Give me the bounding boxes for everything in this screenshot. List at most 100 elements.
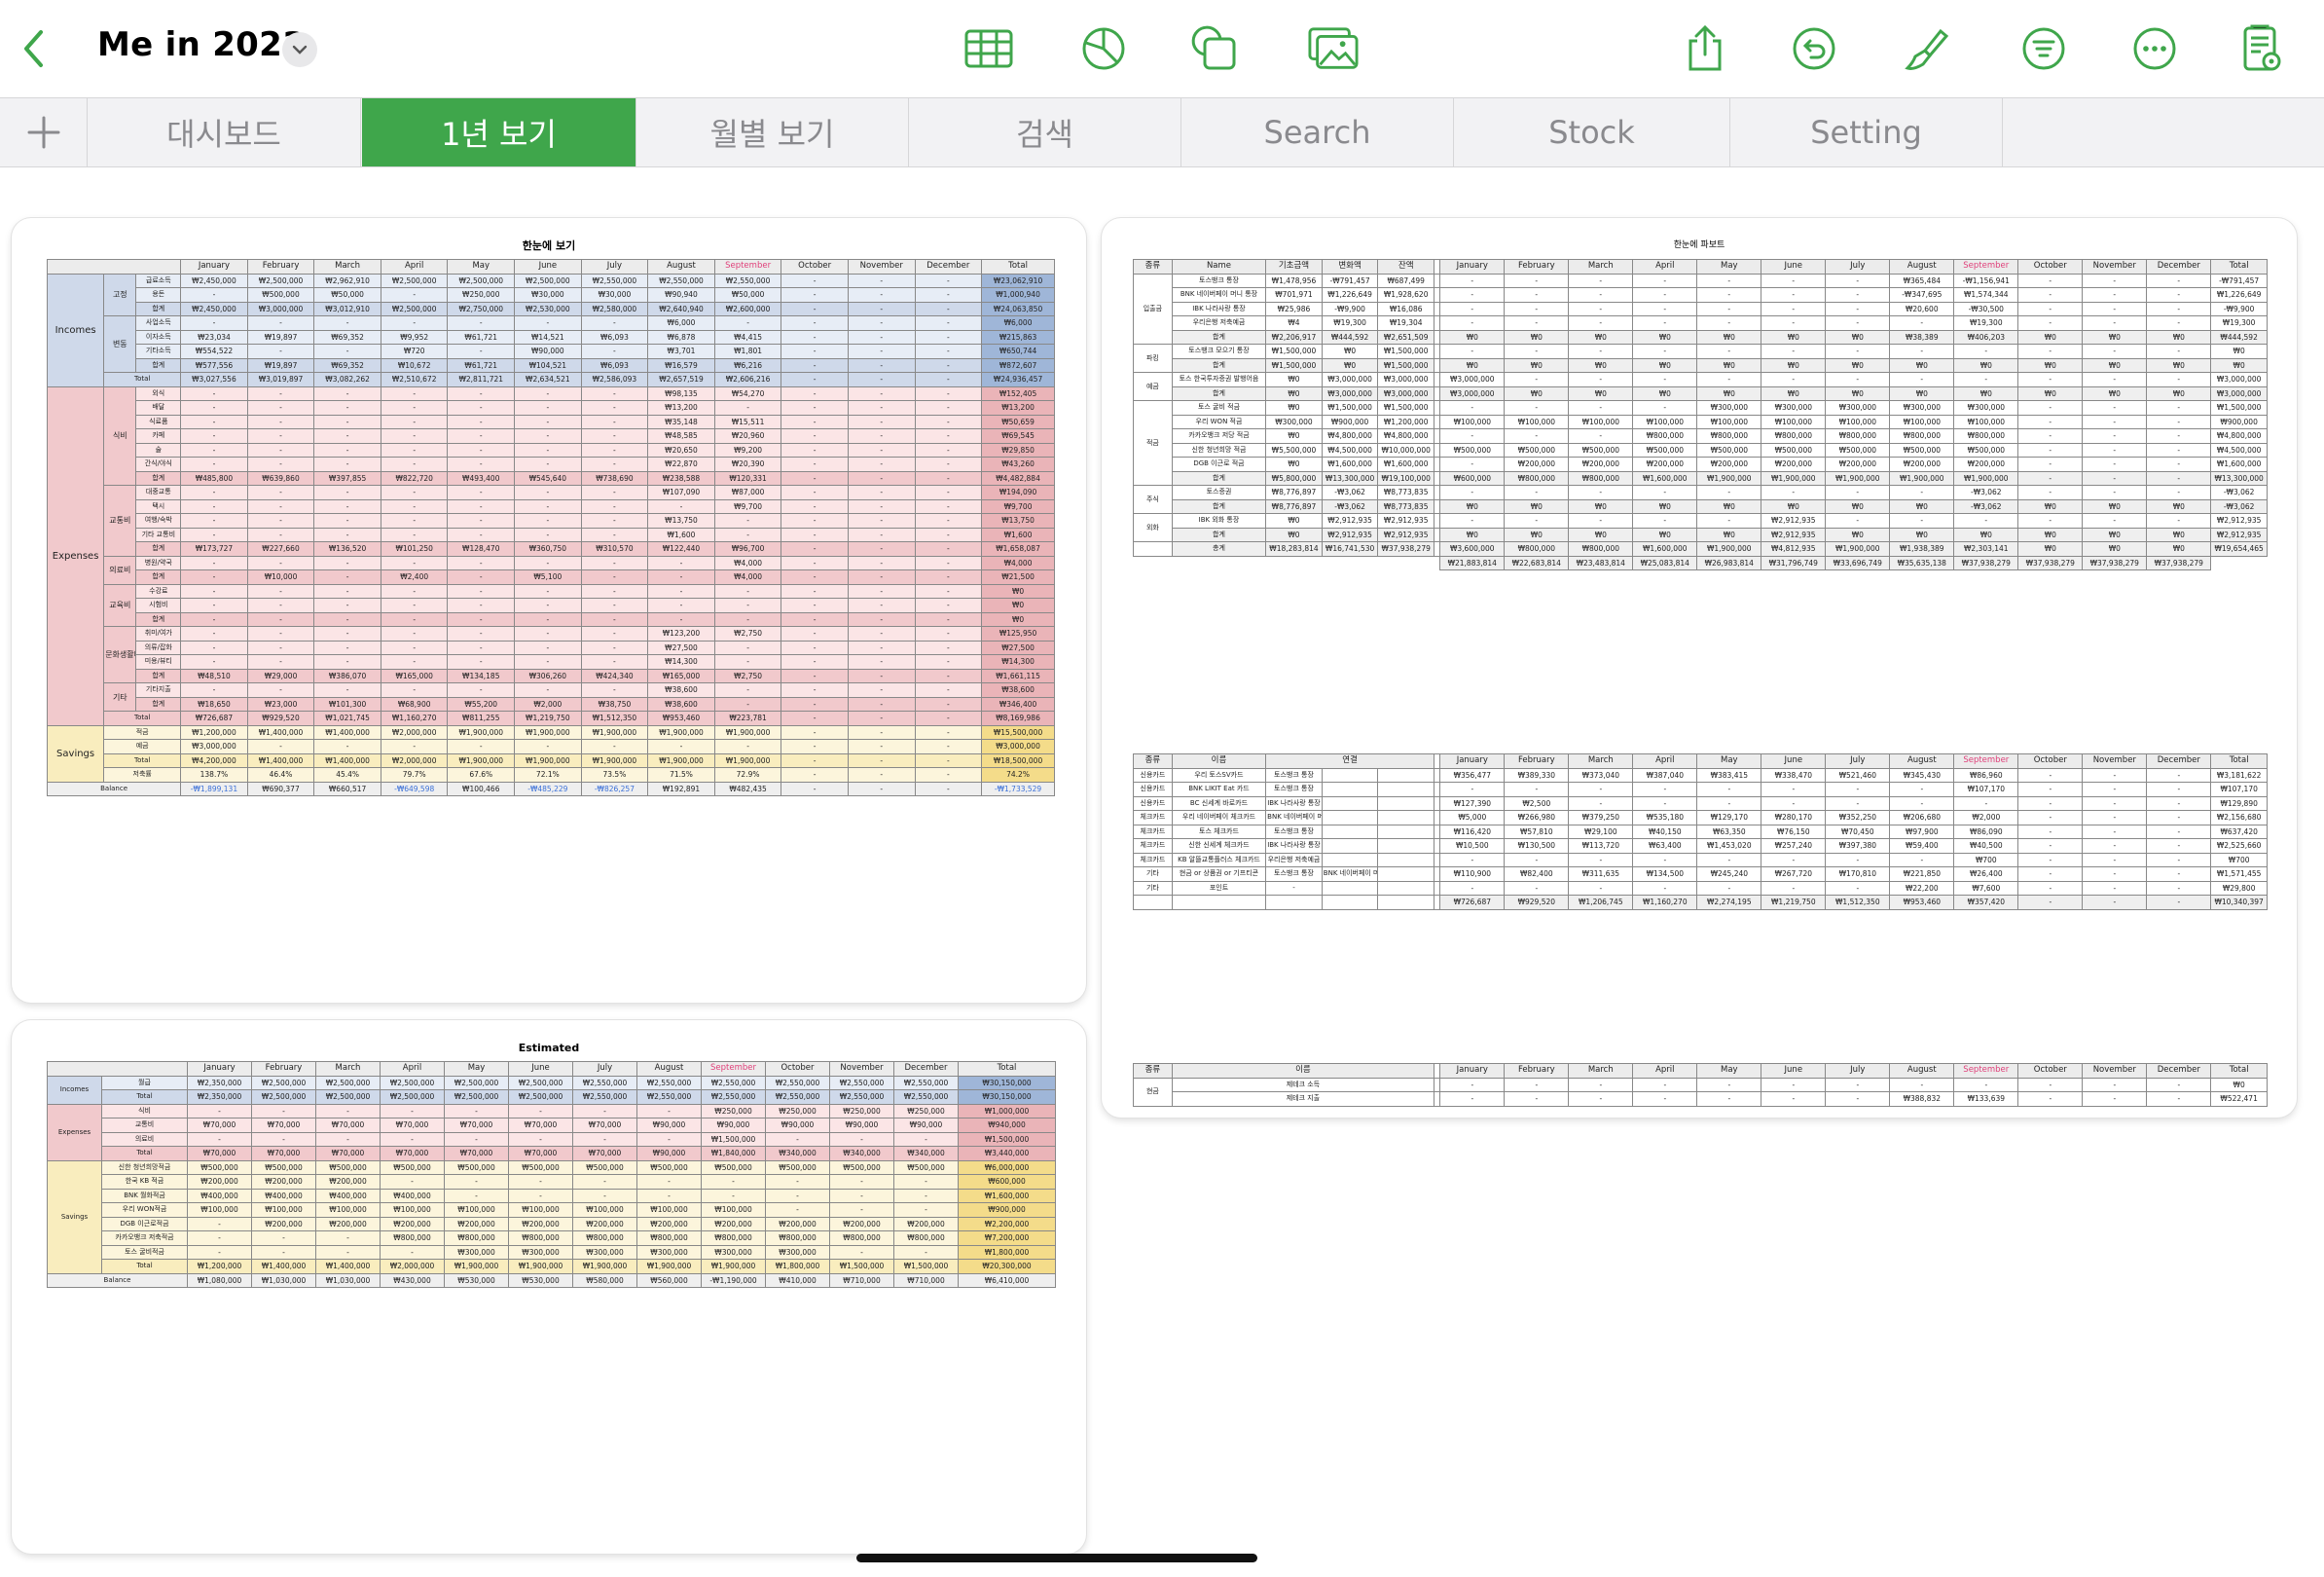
value-cell[interactable]: ₩10,000,000: [1377, 442, 1434, 458]
card-name[interactable]: BC 신세계 바로카드: [1171, 795, 1267, 811]
value-cell[interactable]: -: [914, 626, 983, 642]
section-label[interactable]: Expenses: [47, 1103, 102, 1161]
value-cell[interactable]: -: [313, 457, 381, 472]
value-cell[interactable]: -: [914, 344, 983, 359]
value-cell[interactable]: -: [914, 682, 983, 698]
row-label[interactable]: Total: [103, 372, 182, 387]
value-cell[interactable]: -: [2082, 513, 2148, 529]
linked-account[interactable]: [1321, 852, 1379, 867]
value-cell[interactable]: ₩23,000: [246, 696, 315, 712]
card-name[interactable]: 현금 or 상품권 or 기프티콘: [1171, 866, 1267, 882]
value-cell[interactable]: -: [514, 513, 582, 529]
value-cell[interactable]: -: [781, 711, 849, 726]
account-name[interactable]: DGB 이근로 적금: [1171, 457, 1267, 472]
more-icon[interactable]: [2129, 23, 2180, 74]
value-cell[interactable]: -: [781, 724, 849, 740]
cash-type[interactable]: 현금: [1133, 1077, 1173, 1107]
value-cell[interactable]: -: [2017, 485, 2084, 500]
value-cell[interactable]: ₩200,000: [1953, 457, 2019, 472]
value-cell[interactable]: -: [1632, 485, 1698, 500]
card-type[interactable]: 기타: [1133, 866, 1173, 882]
linked-account[interactable]: IBK 나라사랑 통장: [1265, 838, 1323, 854]
value-cell[interactable]: -: [781, 583, 849, 599]
value-cell[interactable]: -: [914, 711, 983, 726]
value-cell[interactable]: -: [914, 485, 983, 500]
value-cell[interactable]: ₩200,000: [251, 1174, 316, 1190]
value-cell[interactable]: -: [180, 611, 248, 627]
value-cell[interactable]: ₩800,000: [1953, 428, 2019, 444]
value-cell[interactable]: -: [380, 611, 449, 627]
value-cell[interactable]: ₩822,720: [380, 470, 449, 486]
value-cell[interactable]: ₩2,500,000: [444, 1089, 509, 1105]
value-cell[interactable]: ₩811,255: [447, 711, 516, 726]
value-cell[interactable]: -₩9,900: [1321, 301, 1379, 316]
value-cell[interactable]: ₩8,169,986: [981, 711, 1055, 726]
month-header[interactable]: July: [1825, 753, 1891, 769]
month-header[interactable]: February: [246, 259, 315, 275]
row-label[interactable]: 교통비: [101, 1118, 188, 1133]
value-cell[interactable]: -: [1825, 782, 1891, 797]
linked-account[interactable]: 토스뱅크 통장: [1265, 767, 1323, 783]
value-cell[interactable]: -: [444, 1188, 509, 1203]
row-label[interactable]: 이자소득: [135, 329, 182, 345]
value-cell[interactable]: -: [847, 287, 916, 303]
value-cell[interactable]: ₩0: [1439, 357, 1506, 373]
balance-cell[interactable]: ₩31,796,749: [1761, 555, 1827, 570]
add-sheet-icon[interactable]: [0, 98, 88, 166]
value-cell[interactable]: ₩38,600: [647, 682, 715, 698]
month-header[interactable]: September: [1953, 1063, 2019, 1079]
value-cell[interactable]: ₩116,420: [1439, 824, 1506, 839]
value-cell[interactable]: ₩7,600: [1953, 880, 2019, 896]
value-cell[interactable]: -: [781, 315, 849, 331]
group-label[interactable]: 변동: [103, 315, 137, 373]
value-cell[interactable]: ₩500,000: [1696, 442, 1762, 458]
value-cell[interactable]: ₩0: [1632, 527, 1698, 542]
value-cell[interactable]: -: [447, 498, 516, 514]
row-label[interactable]: Total: [101, 1089, 188, 1105]
value-cell[interactable]: ₩266,980: [1504, 810, 1570, 825]
value-cell[interactable]: -: [1504, 1077, 1570, 1092]
value-cell[interactable]: ₩13,200: [981, 400, 1055, 416]
value-cell[interactable]: ₩70,000: [508, 1118, 573, 1133]
value-cell[interactable]: ₩200,000: [765, 1216, 830, 1231]
value-cell[interactable]: -: [2082, 895, 2148, 910]
value-cell[interactable]: ₩3,701: [647, 344, 715, 359]
value-cell[interactable]: ₩0: [1953, 385, 2019, 401]
value-cell[interactable]: ₩221,850: [1889, 866, 1955, 882]
value-cell[interactable]: ₩14,521: [514, 329, 582, 345]
row-label[interactable]: 여행/숙박: [135, 513, 182, 529]
value-cell[interactable]: ₩2,550,000: [701, 1075, 766, 1090]
value-cell[interactable]: -: [313, 739, 381, 754]
value-cell[interactable]: -: [765, 1174, 830, 1190]
empty-cell[interactable]: [1377, 838, 1435, 854]
row-label[interactable]: 택시: [135, 498, 182, 514]
value-cell[interactable]: -: [2146, 1091, 2212, 1107]
card-type[interactable]: 체크카드: [1133, 838, 1173, 854]
value-cell[interactable]: -: [701, 1188, 766, 1203]
value-cell[interactable]: ₩800,000: [1696, 428, 1762, 444]
value-cell[interactable]: ₩2,500,000: [508, 1089, 573, 1105]
value-cell[interactable]: -: [781, 527, 849, 542]
value-cell[interactable]: ₩19,897: [246, 329, 315, 345]
value-cell[interactable]: ₩194,090: [981, 485, 1055, 500]
value-cell[interactable]: -: [514, 682, 582, 698]
value-cell[interactable]: ₩1,900,000: [1889, 470, 1955, 486]
value-cell[interactable]: -: [2017, 1091, 2084, 1107]
value-cell[interactable]: -: [1825, 372, 1891, 387]
value-cell[interactable]: ₩2,000: [514, 696, 582, 712]
value-cell[interactable]: -: [313, 640, 381, 655]
value-cell[interactable]: ₩0: [1632, 498, 1698, 514]
value-cell[interactable]: ₩2,200,000: [958, 1216, 1056, 1231]
value-cell[interactable]: ₩2,550,000: [893, 1075, 959, 1090]
value-cell[interactable]: -: [847, 372, 916, 387]
value-cell[interactable]: -: [580, 457, 649, 472]
value-cell[interactable]: ₩400,000: [315, 1188, 381, 1203]
value-cell[interactable]: -: [1825, 315, 1891, 331]
value-cell[interactable]: -: [847, 498, 916, 514]
value-cell[interactable]: ₩128,470: [447, 541, 516, 557]
value-cell[interactable]: ₩70,000: [315, 1118, 381, 1133]
value-cell[interactable]: ₩9,200: [713, 442, 782, 458]
value-cell[interactable]: -: [447, 400, 516, 416]
value-cell[interactable]: ₩4,415: [713, 329, 782, 345]
value-cell[interactable]: -: [1761, 273, 1827, 288]
